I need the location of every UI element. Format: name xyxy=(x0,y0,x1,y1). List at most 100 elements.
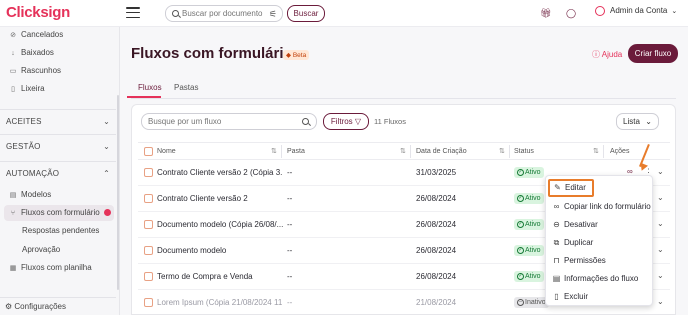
menu-item-label: Editar xyxy=(565,183,586,192)
section-label: GESTÃO xyxy=(6,142,41,151)
flow-folder: -- xyxy=(287,246,293,255)
view-select[interactable]: Lista ⌄ xyxy=(616,113,659,130)
row-checkbox[interactable] xyxy=(144,168,153,177)
tab-pastas[interactable]: Pastas xyxy=(174,83,198,92)
flow-created: 26/08/2024 xyxy=(416,220,457,229)
filter-sliders-icon[interactable]: ⚟ xyxy=(269,9,277,20)
select-all-checkbox[interactable] xyxy=(144,147,153,156)
row-checkbox[interactable] xyxy=(144,220,153,229)
flow-created: 31/03/2025 xyxy=(416,168,457,177)
disable-icon: ⊖ xyxy=(553,220,560,229)
sidebar-item-aprovacao[interactable]: Aprovação xyxy=(0,242,116,258)
sidebar-item-rascunhos[interactable]: ▭ Rascunhos xyxy=(0,63,116,79)
row-checkbox[interactable] xyxy=(144,246,153,255)
sort-icon[interactable]: ⇅ xyxy=(271,147,277,155)
header-created[interactable]: Data de Criação xyxy=(416,148,467,155)
chevron-down-icon[interactable]: ⌄ xyxy=(657,297,664,306)
menu-item-desativar[interactable]: ⊖ Desativar xyxy=(546,216,652,234)
sidebar: ⊘ Cancelados ↓ Baixados ▭ Rascunhos ▯ Lixeir… xyxy=(0,27,120,315)
header-name[interactable]: Nome xyxy=(157,148,176,155)
beta-label: Beta xyxy=(292,52,307,59)
menu-item-copiar-link[interactable]: ∞ Copiar link do formulário xyxy=(546,198,652,216)
help-label: Ajuda xyxy=(601,50,623,59)
sidebar-scrollbar[interactable] xyxy=(117,95,119,290)
menu-item-label: Excluir xyxy=(564,292,589,301)
flow-name[interactable]: Documento modelo xyxy=(157,246,283,255)
flow-search xyxy=(141,113,317,130)
chevron-down-icon[interactable]: ⌄ xyxy=(657,193,664,202)
info-icon: ▤ xyxy=(552,274,561,283)
sidebar-item-label: Modelos xyxy=(21,190,52,199)
sidebar-section-gestao[interactable]: GESTÃO ⌄ xyxy=(0,134,116,158)
sidebar-item-respostas-pendentes[interactable]: Respostas pendentes xyxy=(0,223,116,239)
pencil-icon: ✎ xyxy=(554,183,561,192)
sidebar-item-configuracoes[interactable]: ⚙ Configurações xyxy=(0,297,116,315)
chevron-down-icon[interactable]: ⌄ xyxy=(657,245,664,254)
menu-item-editar[interactable]: ✎ Editar xyxy=(548,179,594,197)
sort-icon[interactable]: ⇅ xyxy=(593,147,599,155)
chevron-down-icon[interactable]: ⌄ xyxy=(657,271,664,280)
beta-badge: ◆ Beta xyxy=(283,50,310,60)
menu-item-excluir[interactable]: ▯ Excluir xyxy=(546,288,652,306)
help-link[interactable]: ⓘ Ajuda xyxy=(592,49,622,60)
chevron-down-icon[interactable]: ⌄ xyxy=(657,167,664,176)
flow-search-input[interactable] xyxy=(148,117,298,126)
flow-name[interactable]: Documento modelo (Cópia 26/08/... xyxy=(157,220,283,229)
menu-item-permissoes[interactable]: ⊓ Permissões xyxy=(546,252,652,270)
sidebar-item-modelos[interactable]: ▤ Modelos xyxy=(0,187,116,203)
flow-folder: -- xyxy=(287,168,293,177)
row-checkbox[interactable] xyxy=(144,298,153,307)
flow-name[interactable]: Lorem Ipsum (Cópia 21/08/2024 11... xyxy=(157,298,283,307)
filters-button[interactable]: Filtros ▽ xyxy=(323,113,369,130)
gift-icon[interactable]: 🎁︎ xyxy=(540,8,551,19)
section-label: ACEITES xyxy=(6,117,42,126)
flow-name[interactable]: Contrato Cliente versão 2 (Cópia 3... xyxy=(157,168,283,177)
menu-item-label: Permissões xyxy=(564,256,606,265)
header-actions: Ações xyxy=(610,148,630,155)
create-flow-button[interactable]: Criar fluxo xyxy=(628,44,678,63)
menu-hamburger-icon[interactable] xyxy=(126,7,140,19)
status-label: Inativo xyxy=(525,299,546,306)
menu-item-duplicar[interactable]: ⧉ Duplicar xyxy=(546,234,652,252)
sidebar-section-automacao[interactable]: AUTOMAÇÃO ⌃ xyxy=(0,161,116,185)
inactive-circle-icon: – xyxy=(517,298,524,306)
account-menu[interactable]: Admin da Conta ⌄ xyxy=(595,6,677,16)
chevron-down-icon[interactable]: ⌄ xyxy=(657,219,664,228)
header-folder[interactable]: Pasta xyxy=(287,148,305,155)
column-divider xyxy=(603,145,604,158)
flow-folder: -- xyxy=(287,194,293,203)
sidebar-item-fluxos-formulario[interactable]: ⑂ Fluxos com formulário xyxy=(4,205,114,221)
chat-icon[interactable]: ◯ xyxy=(566,8,576,19)
sidebar-item-baixados[interactable]: ↓ Baixados xyxy=(0,45,116,61)
flow-name[interactable]: Contrato Cliente versão 2 xyxy=(157,194,283,203)
view-select-value: Lista xyxy=(623,117,640,126)
tab-fluxos[interactable]: Fluxos xyxy=(138,83,162,92)
check-circle-icon: ✓ xyxy=(517,194,524,202)
status-badge: ✓ Ativo xyxy=(514,271,544,282)
sidebar-item-label: Respostas pendentes xyxy=(22,226,100,235)
sort-icon[interactable]: ⇅ xyxy=(499,147,505,155)
chevron-down-icon: ⌄ xyxy=(671,8,678,16)
clicksign-logo[interactable]: Clicksign xyxy=(6,4,70,21)
status-badge: ✓ Ativo xyxy=(514,167,544,178)
flow-folder: -- xyxy=(287,298,293,307)
header-status[interactable]: Status xyxy=(514,148,534,155)
document-search: ⚟ xyxy=(165,5,283,22)
sidebar-item-label: Fluxos com formulário xyxy=(21,208,100,217)
document-search-input[interactable] xyxy=(182,9,268,18)
menu-item-informacoes[interactable]: ▤ Informações do fluxo xyxy=(546,270,652,288)
flow-name[interactable]: Termo de Compra e Venda xyxy=(157,272,283,281)
sort-icon[interactable]: ⇅ xyxy=(400,147,406,155)
sidebar-item-fluxos-planilha[interactable]: ▦ Fluxos com planilha xyxy=(0,260,116,276)
sidebar-section-aceites[interactable]: ACEITES ⌄ xyxy=(0,109,116,133)
sidebar-item-lixeira[interactable]: ▯ Lixeira xyxy=(0,81,116,97)
row-checkbox[interactable] xyxy=(144,194,153,203)
status-label: Ativo xyxy=(525,195,541,202)
lock-icon: ⊓ xyxy=(553,256,560,265)
check-circle-icon: ✓ xyxy=(517,272,524,280)
row-checkbox[interactable] xyxy=(144,272,153,281)
search-icon[interactable] xyxy=(302,118,309,125)
beta-badge-icon xyxy=(103,209,111,217)
search-button[interactable]: Buscar xyxy=(287,5,325,22)
sidebar-item-cancelados[interactable]: ⊘ Cancelados xyxy=(0,27,116,43)
